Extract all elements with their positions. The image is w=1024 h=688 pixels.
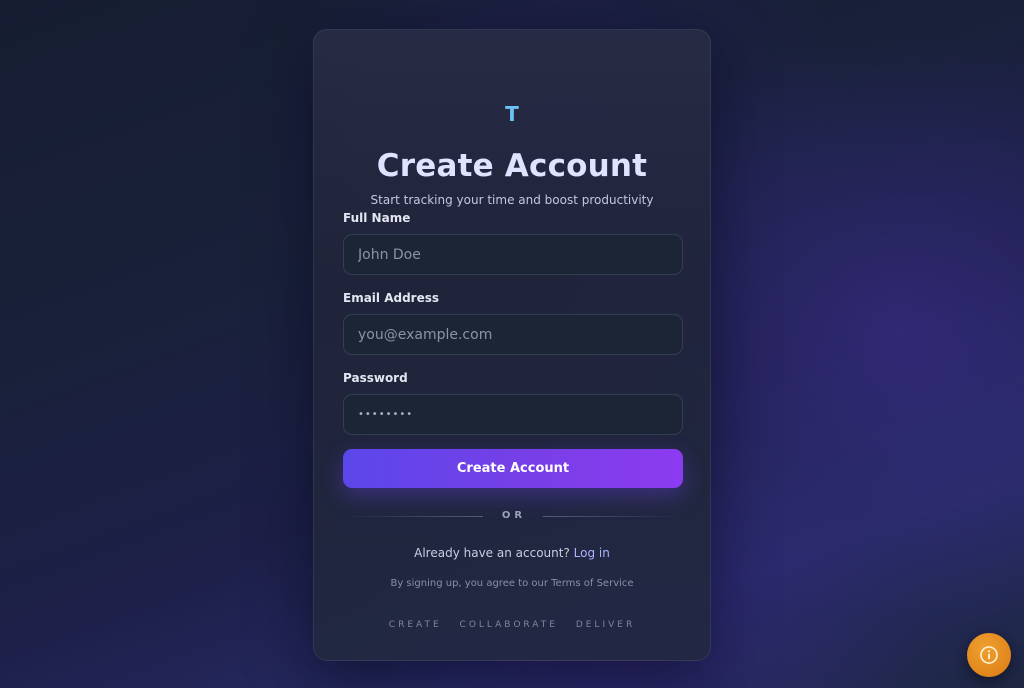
password-input[interactable] <box>343 394 683 435</box>
divider-line-right <box>543 516 683 517</box>
signup-card: T Create Account Start tracking your tim… <box>313 29 711 661</box>
login-prompt: Already have an account? Log in <box>314 546 710 560</box>
tagline: CREATE COLLABORATE DELIVER <box>314 620 710 630</box>
page-title: Create Account <box>376 148 648 184</box>
tagline-word: COLLABORATE <box>459 620 558 630</box>
tagline-word: DELIVER <box>575 620 636 630</box>
info-circle-icon <box>980 646 998 664</box>
password-label: Password <box>343 371 408 385</box>
full-name-input[interactable] <box>343 234 683 275</box>
info-button[interactable] <box>967 633 1011 677</box>
create-account-button[interactable]: Create Account <box>343 449 683 488</box>
page-subtitle: Start tracking your time and boost produ… <box>370 193 654 207</box>
email-label: Email Address <box>343 291 440 305</box>
full-name-label: Full Name <box>343 211 411 225</box>
login-link[interactable]: Log in <box>574 546 610 560</box>
brand-logo: T <box>505 102 519 126</box>
terms-text: By signing up, you agree to our Terms of… <box>390 578 634 589</box>
login-prompt-text: Already have an account? <box>414 546 570 560</box>
email-input[interactable] <box>343 314 683 355</box>
tagline-word: CREATE <box>388 620 442 630</box>
